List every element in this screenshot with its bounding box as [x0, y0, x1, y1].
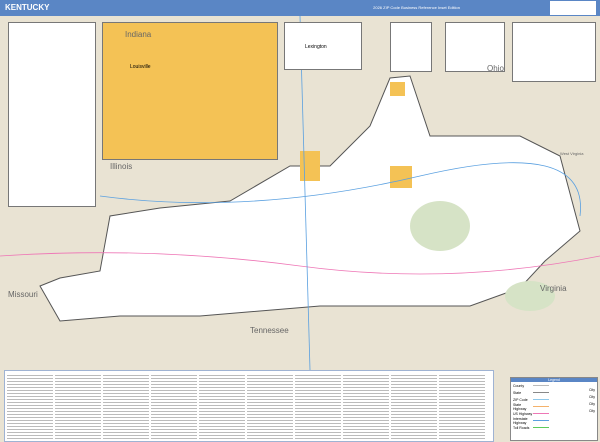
label-louisville: Louisville — [130, 64, 151, 70]
louisville-urban-area — [300, 151, 320, 181]
legend-item: County — [511, 382, 597, 389]
inset-4 — [390, 22, 432, 72]
legend-item: State — [511, 389, 597, 396]
legend-item: State Highway — [511, 402, 597, 411]
lexington-urban-area — [390, 166, 412, 188]
inset-left — [8, 22, 96, 207]
map-legend: Legend County State ZIP Code State Highway U… — [510, 377, 598, 441]
inset-6 — [512, 22, 596, 82]
legend-city-label: City — [588, 395, 595, 399]
legend-item-label: State — [513, 390, 522, 395]
national-forest — [410, 201, 470, 251]
legend-city-label: City — [588, 402, 595, 406]
legend-line-swatch — [533, 392, 549, 393]
legend-city-label: City — [588, 409, 595, 413]
legend-item: Interstate Highway — [511, 416, 597, 425]
label-virginia: Virginia — [540, 284, 567, 293]
legend-item-label: Interstate Highway — [513, 416, 528, 425]
label-illinois: Illinois — [110, 162, 133, 171]
legend-line-swatch — [533, 385, 549, 386]
inset-louisville — [102, 22, 278, 160]
label-lexington: Lexington — [305, 44, 327, 50]
legend-line-swatch — [533, 412, 549, 415]
legend-item-label: US Highway — [513, 411, 533, 416]
map-area[interactable]: Indiana Louisville Lexington Ohio Illino… — [0, 15, 600, 371]
legend-line-swatch — [533, 405, 549, 408]
publisher-logo — [550, 1, 596, 15]
edition-label: 2026 ZIP Code Business Reference Inset E… — [373, 5, 460, 10]
legend-item-label: Toll Roads — [513, 425, 530, 430]
map-header: KENTUCKY 2026 ZIP Code Business Referenc… — [0, 0, 600, 16]
legend-item-label: State Highway — [513, 402, 527, 411]
zip-index-table — [4, 370, 494, 442]
label-indiana: Indiana — [125, 30, 152, 39]
legend-line-swatch — [533, 426, 549, 429]
legend-line-swatch — [533, 419, 549, 422]
cincinnati-urban-area — [390, 82, 405, 96]
legend-line-swatch — [533, 398, 549, 401]
legend-item-label: ZIP Code — [513, 397, 528, 402]
legend-city-label: City — [588, 388, 595, 392]
label-tennessee: Tennessee — [250, 326, 289, 335]
label-missouri: Missouri — [8, 290, 38, 299]
legend-item: Toll Roads — [511, 424, 597, 431]
label-ohio: Ohio — [487, 64, 504, 73]
legend-item-label: County — [513, 383, 525, 388]
map-title: KENTUCKY — [5, 3, 50, 12]
label-west-virginia: West Virginia — [560, 151, 584, 156]
